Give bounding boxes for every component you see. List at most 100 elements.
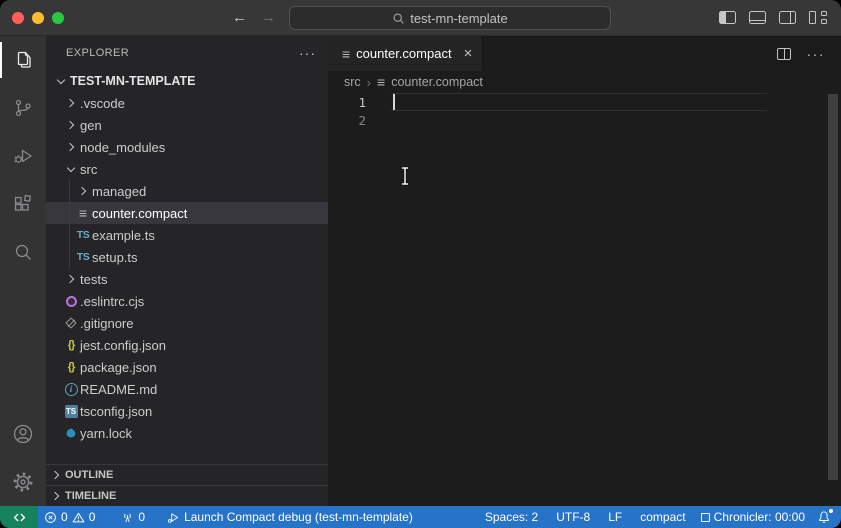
warning-icon xyxy=(72,511,85,524)
debug-launch-label: Launch Compact debug (test-mn-template) xyxy=(184,510,413,524)
tree-item[interactable]: .eslintrc.cjs xyxy=(46,290,328,312)
error-count: 0 xyxy=(61,510,68,524)
status-item-encoding[interactable]: UTF-8 xyxy=(547,506,599,528)
remote-icon xyxy=(12,510,27,525)
settings-button[interactable] xyxy=(0,458,46,506)
sidebar-item-explorer[interactable] xyxy=(0,36,46,84)
chevron-separator-icon: › xyxy=(367,75,371,90)
files-icon xyxy=(11,48,35,72)
tree-item[interactable]: iREADME.md xyxy=(46,378,328,400)
tree-item-label: src xyxy=(80,162,97,177)
timeline-section-header[interactable]: TIMELINE xyxy=(46,485,328,506)
debug-launch-button[interactable]: Launch Compact debug (test-mn-template) xyxy=(161,506,419,528)
tree-item[interactable]: node_modules xyxy=(46,136,328,158)
tree-item[interactable]: .vscode xyxy=(46,92,328,114)
status-item-language-mode[interactable]: compact xyxy=(631,506,694,528)
tree-item[interactable]: .gitignore xyxy=(46,312,328,334)
chevron-right-icon xyxy=(66,99,74,107)
tree-item[interactable]: {} package.json xyxy=(46,356,328,378)
tree-item[interactable]: gen xyxy=(46,114,328,136)
editor-scrollbar[interactable] xyxy=(828,94,838,480)
sidebar-item-extensions[interactable] xyxy=(0,180,46,228)
eslint-icon xyxy=(66,296,77,307)
problems-indicator[interactable]: 0 0 xyxy=(38,506,101,528)
current-line-highlight xyxy=(391,93,767,111)
zoom-button[interactable] xyxy=(52,12,64,24)
tree-item-label: example.ts xyxy=(92,228,155,243)
line-number: 2 xyxy=(328,113,390,128)
back-arrow-icon[interactable]: ← xyxy=(232,9,247,26)
tree-item-label: tsconfig.json xyxy=(80,404,152,419)
command-center-search[interactable]: test-mn-template xyxy=(289,6,611,30)
chronicler-icon xyxy=(701,513,710,522)
chevron-right-icon xyxy=(51,492,59,500)
tree-item[interactable]: yarn.lock xyxy=(46,422,328,444)
tree-item[interactable]: managed xyxy=(46,180,328,202)
typescript-icon: TS xyxy=(77,251,90,263)
breadcrumb-file[interactable]: counter.compact xyxy=(391,75,483,89)
forward-arrow-icon[interactable]: → xyxy=(261,9,276,26)
notifications-bell[interactable] xyxy=(811,506,841,528)
status-item-chronicler[interactable]: Chronicler: 00:00 xyxy=(695,506,811,528)
json-icon: {} xyxy=(68,339,75,351)
toggle-secondary-sidebar-icon[interactable] xyxy=(779,11,796,24)
explorer-sidebar: EXPLORER ··· TEST-MN-TEMPLATE.vscodegenn… xyxy=(46,36,328,506)
close-tab-icon[interactable]: × xyxy=(464,45,473,62)
explorer-more-actions-button[interactable]: ··· xyxy=(299,45,316,61)
tab-counter-compact[interactable]: ≡ counter.compact × xyxy=(328,36,483,71)
tree-item[interactable]: tests xyxy=(46,268,328,290)
tsconfig-icon: TS xyxy=(65,405,78,418)
remote-indicator[interactable] xyxy=(0,506,38,528)
search-value: test-mn-template xyxy=(410,11,508,26)
window-controls xyxy=(12,12,64,24)
error-icon xyxy=(44,511,57,524)
customize-layout-icon[interactable] xyxy=(809,11,827,25)
source-control-icon xyxy=(11,96,35,120)
tree-item-label: yarn.lock xyxy=(80,426,132,441)
git-icon xyxy=(65,317,76,328)
yarn-icon xyxy=(64,426,78,440)
status-item-indentation[interactable]: Spaces: 2 xyxy=(476,506,547,528)
notification-badge xyxy=(829,509,833,513)
json-icon: {} xyxy=(68,361,75,373)
tree-item[interactable]: {}jest.config.json xyxy=(46,334,328,356)
code-editor[interactable]: 1 2 xyxy=(328,93,841,506)
vscode-window: ← → test-mn-template xyxy=(0,0,841,528)
tab-label: counter.compact xyxy=(356,46,451,61)
line-number: 1 xyxy=(328,95,390,110)
title-bar: ← → test-mn-template xyxy=(0,0,841,36)
tree-item-label: tests xyxy=(80,272,107,287)
status-item-eol[interactable]: LF xyxy=(599,506,631,528)
account-icon xyxy=(11,422,35,446)
tree-item[interactable]: src xyxy=(46,158,328,180)
tree-item[interactable]: TSsetup.ts xyxy=(46,246,328,268)
sidebar-item-run-debug[interactable] xyxy=(0,132,46,180)
chevron-right-icon xyxy=(66,143,74,151)
tree-item-label: package.json xyxy=(80,360,157,375)
tree-item-label: gen xyxy=(80,118,102,133)
minimize-button[interactable] xyxy=(32,12,44,24)
account-button[interactable] xyxy=(0,410,46,458)
list-file-icon: ≡ xyxy=(377,74,385,90)
tree-item-label: README.md xyxy=(80,382,157,397)
ports-indicator[interactable]: 0 xyxy=(115,506,151,528)
toggle-primary-sidebar-icon[interactable] xyxy=(719,11,736,24)
list-file-icon: ≡ xyxy=(79,205,87,221)
chevron-right-icon xyxy=(66,121,74,129)
breadcrumb-folder[interactable]: src xyxy=(344,75,361,89)
tree-item[interactable]: ≡counter.compact xyxy=(46,202,328,224)
tree-item[interactable]: TStsconfig.json xyxy=(46,400,328,422)
workspace-root[interactable]: TEST-MN-TEMPLATE xyxy=(46,70,328,92)
editor-more-actions-icon[interactable]: ··· xyxy=(807,46,826,62)
indent-guide xyxy=(69,180,70,268)
sidebar-item-search[interactable] xyxy=(0,228,46,276)
chevron-right-icon xyxy=(51,471,59,479)
toggle-panel-icon[interactable] xyxy=(749,11,766,24)
close-button[interactable] xyxy=(12,12,24,24)
split-editor-icon[interactable] xyxy=(777,48,791,60)
tree-item[interactable]: TSexample.ts xyxy=(46,224,328,246)
outline-section-header[interactable]: OUTLINE xyxy=(46,464,328,485)
sidebar-item-source-control[interactable] xyxy=(0,84,46,132)
radio-tower-icon xyxy=(121,511,134,524)
gear-icon xyxy=(11,470,35,494)
